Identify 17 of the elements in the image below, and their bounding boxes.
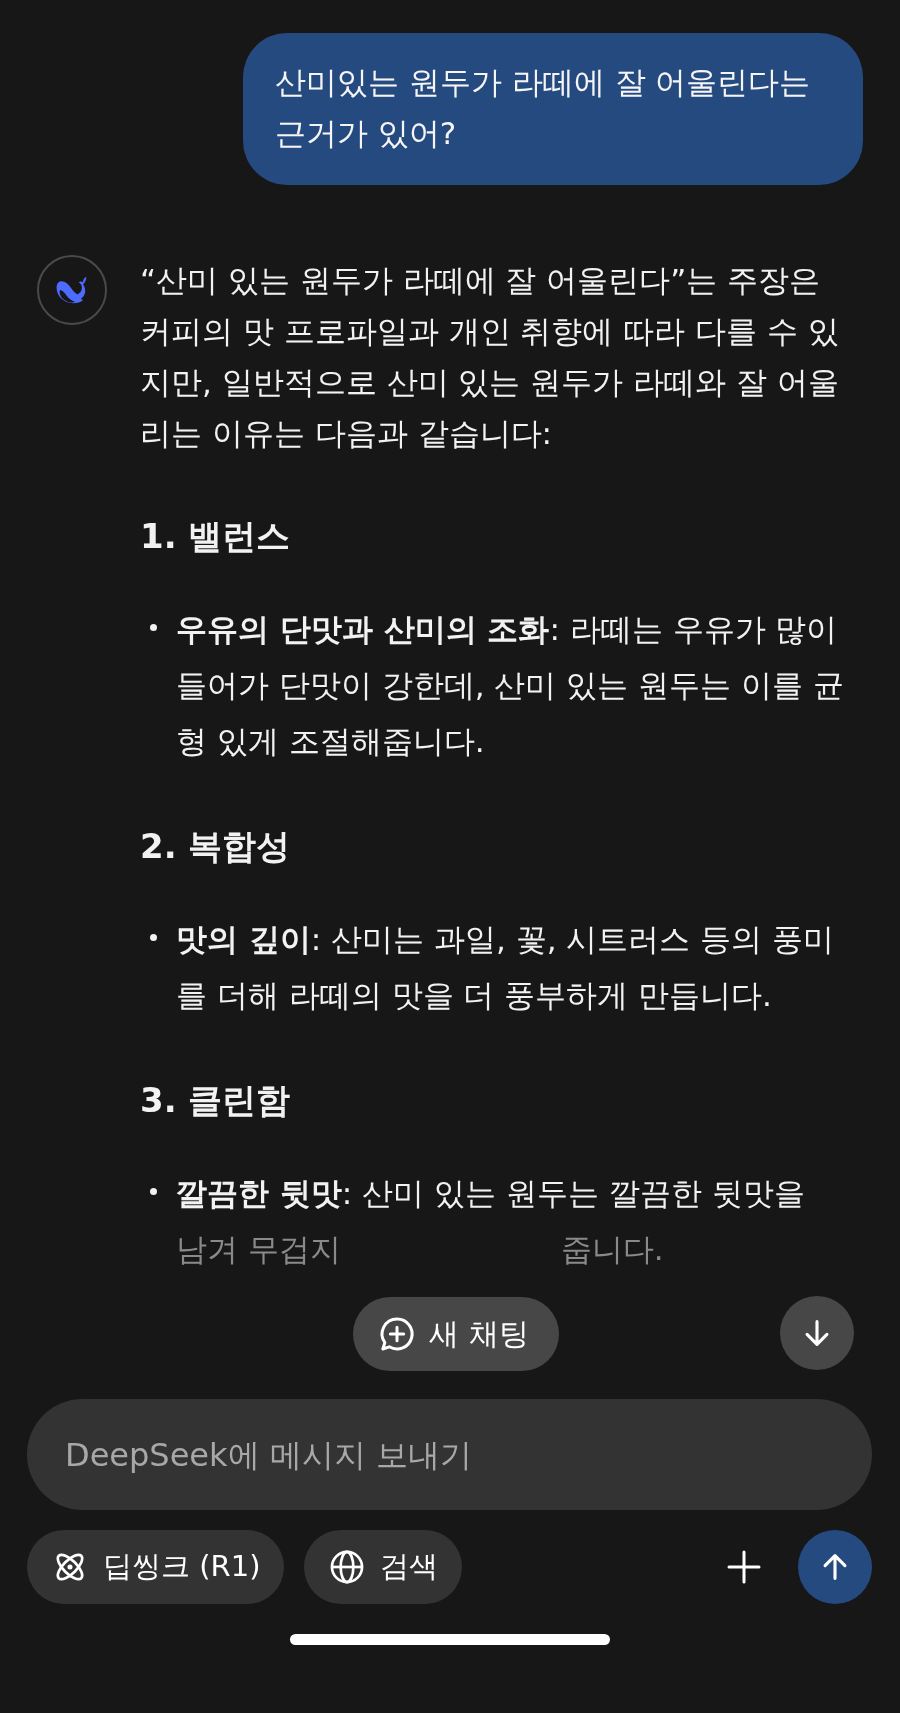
deepthink-toggle[interactable]: 딥씽크 (R1) bbox=[27, 1530, 285, 1604]
section-heading: 3. 클린함 bbox=[140, 1079, 292, 1122]
faded-text: 남겨 무겁지 bbox=[176, 1230, 341, 1269]
bullet-dot bbox=[150, 1188, 157, 1195]
search-toggle[interactable]: 검색 bbox=[304, 1530, 463, 1604]
response-paragraph: “산미 있는 원두가 라떼에 잘 어울린다”는 주장은 커피의 맛 프로파일과 개인 취향에 따라 다를 수 있지만, 일반적으로 산미 있는 원두가 라떼와 잘 어울리는 이유는 다음과 같습니다: bbox=[140, 261, 840, 453]
bullet-text: 깔끔한 뒷맛: 산미 있는 원두는 깔끔한 뒷맛을 bbox=[176, 1174, 806, 1213]
faded-text: 줍니다. bbox=[560, 1230, 664, 1269]
bullet-dot bbox=[150, 934, 157, 941]
message-input[interactable]: DeepSeek에 메시지 보내기 bbox=[27, 1399, 872, 1510]
section-heading: 1. 밸런스 bbox=[140, 515, 292, 558]
bullet-text: 우유의 단맛과 산미의 조화: 라떼는 우유가 많이 들어가 단맛이 강한데, 산미 있는 원두는 이를 균형 있게 조절해줍니다. bbox=[176, 610, 845, 761]
section-heading: 2. 복합성 bbox=[140, 825, 292, 868]
bullet-text: 맛의 깊이: 산미는 과일, 꽃, 시트러스 등의 풍미를 더해 라떼의 맛을 더 풍부하게 만듭니다. bbox=[176, 920, 836, 1015]
new-chat-button[interactable]: 새 채팅 bbox=[353, 1297, 559, 1371]
user-message: 산미있는 원두가 라떼에 잘 어울린다는 근거가 있어? bbox=[243, 33, 863, 185]
bullet-dot bbox=[150, 624, 157, 631]
